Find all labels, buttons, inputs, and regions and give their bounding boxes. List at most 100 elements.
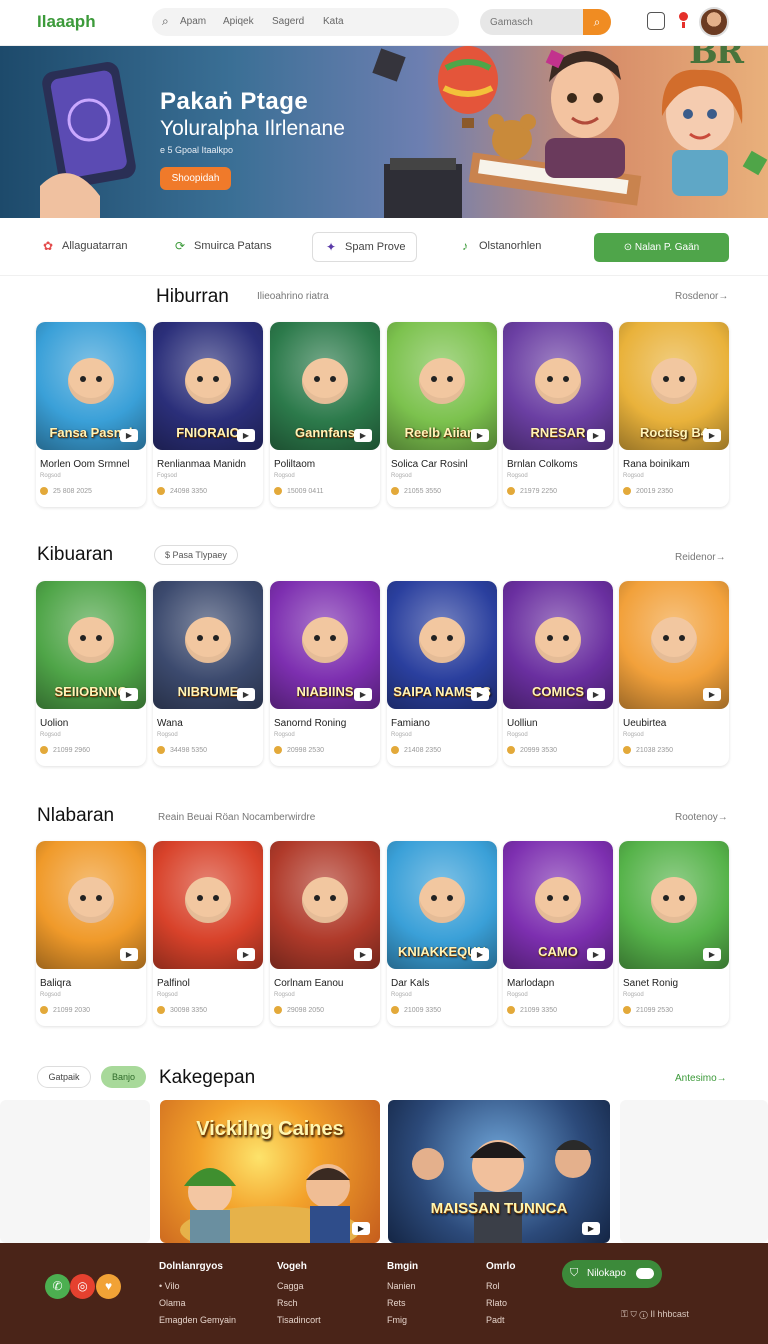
social-icon[interactable]: ◎ — [70, 1274, 95, 1299]
game-card[interactable]: CAMO ▶ Marlodapn Rogsod 21099 3350 — [503, 841, 613, 1026]
featured-card-title: MAISSAN TUNNCA — [430, 1200, 568, 1217]
featured-card[interactable]: Vickilng Caines ▶ — [160, 1100, 380, 1243]
section-more-link[interactable]: Rootenoy→ — [675, 812, 728, 823]
footer-link[interactable]: Olama — [159, 1298, 186, 1308]
quick-link-1[interactable]: ✿ Allaguatarran — [40, 238, 127, 254]
filter-pill-gatpaik[interactable]: Gatpaik — [37, 1066, 91, 1088]
game-card[interactable]: ▶ Palfinol Rogsod 30098 3350 — [153, 841, 263, 1026]
section-more-link[interactable]: Rosdenor→ — [675, 291, 728, 302]
game-card[interactable]: SAIPA NAMSES ▶ Famiano Rogsod 21408 2350 — [387, 581, 497, 766]
game-card[interactable]: KNIAKKEQUN ▶ Dar Kals Rogsod 21009 3350 — [387, 841, 497, 1026]
quick-link-2[interactable]: ⟳ Smuirca Patans — [172, 238, 272, 254]
shield-small-icon[interactable]: ⛉ — [630, 1309, 636, 1319]
game-card-price-value: 21099 2530 — [636, 1006, 673, 1014]
game-card[interactable]: Roctisg B4 ▶ Rana boinikam Rogsod 20019 2350 — [619, 322, 729, 507]
avatar[interactable] — [699, 7, 729, 37]
footer-link[interactable]: Rets — [387, 1298, 406, 1308]
quick-link-3[interactable]: ✦ Spam Prove — [312, 232, 417, 262]
notification-icon[interactable] — [675, 12, 693, 30]
game-card-thumbnail: ▶ — [619, 841, 729, 969]
heart-icon[interactable]: ♥ — [96, 1274, 121, 1299]
footer-link[interactable]: Emagden Gemyain — [159, 1315, 236, 1325]
section-more-link[interactable]: Antesimo→ — [675, 1073, 727, 1084]
nav-item-sagerd[interactable]: Sagerd — [272, 16, 304, 27]
cart-icon[interactable] — [647, 12, 665, 30]
play-icon[interactable]: ▶ — [703, 429, 721, 442]
footer-link[interactable]: Cagga — [277, 1281, 304, 1291]
filter-pill-banjo[interactable]: Banjo — [101, 1066, 146, 1088]
play-icon[interactable]: ▶ — [703, 948, 721, 961]
search-input[interactable] — [480, 9, 584, 35]
footer-link[interactable]: Tisadincort — [277, 1315, 321, 1325]
game-card[interactable]: Fansa Pasnal ▶ Morlen Oom Srmnel Rogsod 25 8… — [36, 322, 146, 507]
phone-icon[interactable]: ✆ — [45, 1274, 70, 1299]
character-face — [419, 877, 465, 923]
character-face — [68, 877, 114, 923]
footer-link[interactable]: Rol — [486, 1281, 500, 1291]
game-card[interactable]: SEIIOBNNG ▶ Uolion Rogsod 21099 2960 — [36, 581, 146, 766]
footer-link[interactable]: Fmig — [387, 1315, 407, 1325]
site-logo[interactable]: Ilaaaph — [37, 12, 96, 32]
footer-link[interactable]: Padt — [486, 1315, 505, 1325]
header: Ilaaaph ⌕ Apam Apiqek Sagerd Kata ⌕ — [0, 0, 768, 46]
play-icon[interactable]: ▶ — [587, 429, 605, 442]
footer-link[interactable]: • Vilo — [159, 1281, 180, 1291]
game-card[interactable]: RNESAR ▶ Brnlan Colkoms Rogsod 21979 2250 — [503, 322, 613, 507]
game-card[interactable]: ▶ Sanet Ronig Rogsod 21099 2530 — [619, 841, 729, 1026]
game-card[interactable]: FNIORAIO ▶ Renlianmaa Manidn Fogsod 24098 33… — [153, 322, 263, 507]
featured-card[interactable]: MAISSAN TUNNCA ▶ — [388, 1100, 610, 1243]
coin-icon — [623, 746, 631, 754]
play-icon[interactable]: ▶ — [587, 688, 605, 701]
game-card[interactable]: Reelb Aiiara ▶ Solica Car Rosinl Rogsod 2105… — [387, 322, 497, 507]
nav-item-apiqek[interactable]: Apiqek — [223, 16, 254, 27]
lock-icon[interactable]: ⚿ — [621, 1309, 628, 1319]
play-icon[interactable]: ▶ — [471, 948, 489, 961]
play-icon[interactable]: ▶ — [471, 688, 489, 701]
game-card-thumbnail: Gannfans ▶ — [270, 322, 380, 450]
nav-item-kata[interactable]: Kata — [323, 16, 344, 27]
play-icon[interactable]: ▶ — [703, 688, 721, 701]
info-icon[interactable]: ⓘ — [639, 1309, 647, 1319]
eye — [96, 376, 102, 382]
footer-link[interactable]: Rsch — [277, 1298, 298, 1308]
game-card[interactable]: ▶ Corlnam Eanou Rogsod 29098 2050 — [270, 841, 380, 1026]
game-card[interactable]: NIBRUME ▶ Wana Rogsod 34498 5350 — [153, 581, 263, 766]
footer-link[interactable]: Rlato — [486, 1298, 507, 1308]
footer-toggle[interactable]: ⛉ Nilokapo — [562, 1260, 662, 1288]
game-card[interactable]: ▶ Ueubirtea Rogsod 21038 2350 — [619, 581, 729, 766]
play-icon[interactable]: ▶ — [120, 688, 138, 701]
play-icon[interactable]: ▶ — [120, 948, 138, 961]
play-icon[interactable]: ▶ — [354, 688, 372, 701]
hero-cta-button[interactable]: Shoopidah — [160, 167, 231, 190]
section-more-link[interactable]: Reidenor→ — [675, 552, 726, 563]
play-icon[interactable]: ▶ — [587, 948, 605, 961]
search-button[interactable]: ⌕ — [583, 9, 611, 35]
game-card[interactable]: Gannfans ▶ Poliltaom Rogsod 15009 0411 — [270, 322, 380, 507]
play-icon[interactable]: ▶ — [352, 1222, 370, 1235]
game-card-meta: Rogsod — [507, 732, 528, 738]
play-icon[interactable]: ▶ — [237, 948, 255, 961]
play-icon[interactable]: ▶ — [354, 948, 372, 961]
eye — [96, 895, 102, 901]
play-icon[interactable]: ▶ — [582, 1222, 600, 1235]
play-icon[interactable]: ▶ — [237, 688, 255, 701]
filter-pill[interactable]: $ Pasa Tlypaey — [154, 545, 238, 565]
footer-link[interactable]: Nanien — [387, 1281, 416, 1291]
game-card[interactable]: ▶ Baliqra Rogsod 21099 2030 — [36, 841, 146, 1026]
play-icon[interactable]: ▶ — [237, 429, 255, 442]
play-icon[interactable]: ▶ — [471, 429, 489, 442]
game-card[interactable]: COMICS ▶ Uolliun Rogsod 20999 3530 — [503, 581, 613, 766]
toggle-switch[interactable] — [636, 1268, 654, 1279]
shield-icon: ⛉ — [570, 1267, 579, 1279]
quick-link-4[interactable]: ♪ Olstanorhlen — [457, 238, 541, 254]
nav-item-apam[interactable]: Apam — [180, 16, 206, 27]
quick-action-button[interactable]: ⊙ Nalan P. Gaän — [594, 233, 729, 262]
game-card[interactable]: NIABIINS ▶ Sanornd Roning Rogsod 20998 2530 — [270, 581, 380, 766]
game-card-price-value: 21408 2350 — [404, 746, 441, 754]
play-icon[interactable]: ▶ — [354, 429, 372, 442]
eye — [80, 635, 86, 641]
game-card-title: Wana — [157, 718, 183, 729]
game-card-thumbnail: SEIIOBNNG ▶ — [36, 581, 146, 709]
play-icon[interactable]: ▶ — [120, 429, 138, 442]
game-card-meta: Rogsod — [391, 732, 412, 738]
